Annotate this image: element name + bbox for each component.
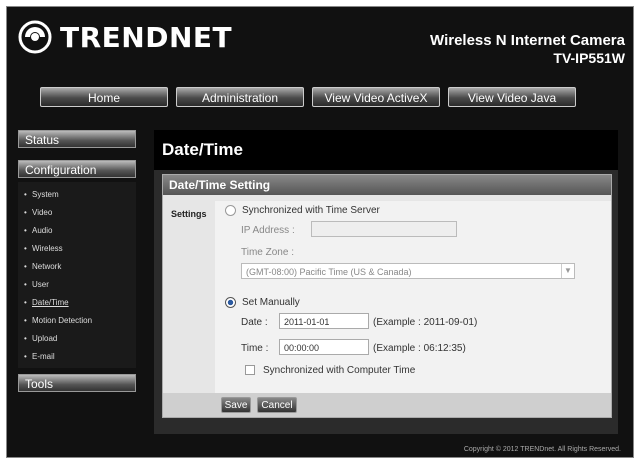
nav-home-button[interactable]: Home xyxy=(40,87,168,107)
time-label: Time : xyxy=(241,343,269,354)
date-input[interactable]: 2011-01-01 xyxy=(279,313,369,329)
sidebar-item-date-time[interactable]: Date/Time xyxy=(18,294,136,312)
timezone-value: (GMT-08:00) Pacific Time (US & Canada) xyxy=(246,267,412,277)
time-input[interactable]: 00:00:00 xyxy=(279,339,369,355)
sync-server-option[interactable]: Synchronized with Time Server xyxy=(225,205,380,216)
product-model: TV-IP551W xyxy=(553,50,625,66)
save-button[interactable]: Save xyxy=(221,397,251,413)
sidebar-tools[interactable]: Tools xyxy=(18,374,136,392)
sidebar-item-video[interactable]: Video xyxy=(18,204,136,222)
timezone-label: Time Zone : xyxy=(241,247,294,258)
nav-administration-button[interactable]: Administration xyxy=(176,87,304,107)
sidebar-item-motion-detection[interactable]: Motion Detection xyxy=(18,312,136,330)
sidebar-item-user[interactable]: User xyxy=(18,276,136,294)
section-title: Date/Time Setting xyxy=(163,175,611,195)
trendnet-logo: TRENDNET xyxy=(18,20,232,54)
set-manually-option[interactable]: Set Manually xyxy=(225,297,300,308)
sync-computer-checkbox[interactable] xyxy=(245,365,255,376)
sync-server-label: Synchronized with Time Server xyxy=(242,205,380,217)
logo-text: TRENDNET xyxy=(60,20,233,54)
sidebar-status[interactable]: Status xyxy=(18,130,136,148)
set-manually-label: Set Manually xyxy=(242,297,300,309)
sidebar-item-audio[interactable]: Audio xyxy=(18,222,136,240)
sidebar-item-email[interactable]: E-mail xyxy=(18,348,136,366)
timezone-select[interactable]: (GMT-08:00) Pacific Time (US & Canada) ▼ xyxy=(241,263,575,279)
ip-address-label: IP Address : xyxy=(241,225,295,236)
sidebar-configuration[interactable]: Configuration xyxy=(18,160,136,178)
settings-label: Settings xyxy=(171,209,207,219)
time-example: (Example : 06:12:35) xyxy=(373,343,466,354)
page-title-bar: Date/Time xyxy=(154,130,618,170)
trendnet-logo-icon xyxy=(18,20,52,54)
main-panel: Date/Time Date/Time Setting Settings Syn… xyxy=(154,130,618,434)
sidebar-item-wireless[interactable]: Wireless xyxy=(18,240,136,258)
date-label: Date : xyxy=(241,317,268,328)
sync-computer-option[interactable]: Synchronized with Computer Time xyxy=(245,365,415,376)
settings-body: Synchronized with Time Server IP Address… xyxy=(215,201,611,393)
set-manually-radio[interactable] xyxy=(225,297,236,308)
sync-server-radio[interactable] xyxy=(225,205,236,216)
button-bar: Save Cancel xyxy=(163,393,611,417)
chevron-down-icon: ▼ xyxy=(561,264,574,278)
sidebar-config-list: System Video Audio Wireless Network User… xyxy=(18,182,136,368)
sync-computer-label: Synchronized with Computer Time xyxy=(263,365,416,376)
copyright-footer: Copyright © 2012 TRENDnet. All Rights Re… xyxy=(463,446,621,453)
sidebar-item-system[interactable]: System xyxy=(18,186,136,204)
product-name: Wireless N Internet Camera xyxy=(430,32,625,49)
cancel-button[interactable]: Cancel xyxy=(257,397,297,413)
sidebar-item-network[interactable]: Network xyxy=(18,258,136,276)
date-example: (Example : 2011-09-01) xyxy=(373,317,478,328)
page-title: Date/Time xyxy=(162,140,243,159)
top-nav: Home Administration View Video ActiveX V… xyxy=(40,87,576,107)
nav-view-video-activex-button[interactable]: View Video ActiveX xyxy=(312,87,440,107)
ip-address-input[interactable] xyxy=(311,221,457,237)
date-time-form: Date/Time Setting Settings Synchronized … xyxy=(162,174,612,418)
sidebar-item-upload[interactable]: Upload xyxy=(18,330,136,348)
nav-view-video-java-button[interactable]: View Video Java xyxy=(448,87,576,107)
